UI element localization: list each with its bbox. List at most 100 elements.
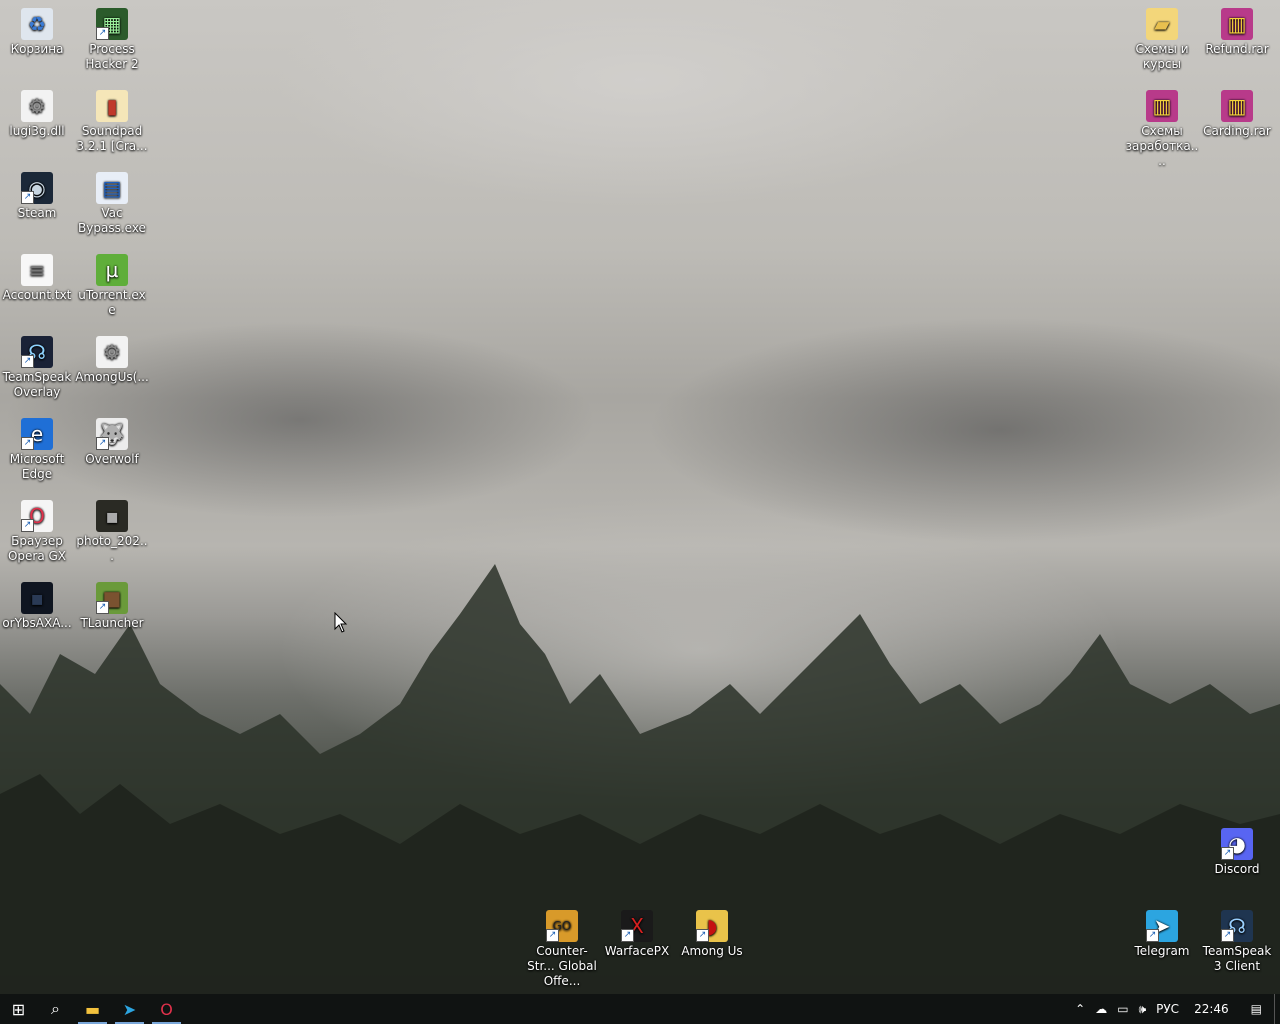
desktop-icon-label: Vac Bypass.exe [78,206,146,235]
desktop-icon-orybsaxa[interactable]: ▪ orYbsAXA... [0,582,74,631]
show-hidden-icons-chevron-icon[interactable]: ⌃ [1070,994,1090,1024]
utorrent-icon: µ [96,254,128,286]
amongus-file-icon: ⚙ [96,336,128,368]
desktop-icon-label: Telegram [1134,944,1190,958]
shortcut-arrow-icon: ↗ [21,191,34,204]
search-button[interactable]: ⌕ [37,994,74,1024]
taskbar-app-opera-gx[interactable]: O [148,994,185,1024]
desktop-icon-label: Steam [17,206,57,220]
volume-icon[interactable]: 🕪 [1134,994,1152,1024]
telegram-icon: ➤ [122,999,137,1019]
network-icon[interactable]: ▭ [1112,994,1133,1024]
among-us-icon: ◗ ↗ [696,910,728,942]
shortcut-arrow-icon: ↗ [696,929,709,942]
desktop-icon-refund-rar[interactable]: ▥ Refund.rar [1200,8,1274,57]
shortcut-arrow-icon: ↗ [96,601,109,614]
onedrive-cloud-icon[interactable]: ☁ [1090,994,1112,1024]
desktop-icon-telegram[interactable]: ➤ ↗ Telegram [1125,910,1199,959]
desktop-icon-label: Microsoft Edge [9,452,65,481]
schemes-earnings-icon: ▥ [1146,90,1178,122]
discord-icon: ◕ ↗ [1221,828,1253,860]
desktop-icon-teamspeak-overlay[interactable]: ☊ ↗ TeamSpeak Overlay [0,336,74,400]
shortcut-arrow-icon: ↗ [1221,929,1234,942]
telegram-icon: ➤ ↗ [1146,910,1178,942]
shortcut-arrow-icon: ↗ [96,27,109,40]
desktop-icon-utorrent[interactable]: µ uTorrent.exe [75,254,149,318]
teamspeak-overlay-icon: ☊ ↗ [21,336,53,368]
desktop-icon-discord[interactable]: ◕ ↗ Discord [1200,828,1274,877]
search-icon: ⌕ [51,999,60,1018]
schemes-courses-icon: ▰ [1146,8,1178,40]
desktop-icon-steam[interactable]: ◉ ↗ Steam [0,172,74,221]
desktop-icon-label: Overwolf [85,452,139,466]
desktop-icon-amongus-file[interactable]: ⚙ AmongUs(... [75,336,149,385]
shortcut-arrow-icon: ↗ [21,519,34,532]
desktop-icon-microsoft-edge[interactable]: e ↗ Microsoft Edge [0,418,74,482]
system-tray: ⌃ ☁ ▭ 🕪 РУС 22:46 ▤ [1070,994,1280,1024]
desktop-icon-label: uTorrent.exe [78,288,146,317]
desktop-icon-csgo[interactable]: GO ↗ Counter-Str... Global Offe... [525,910,599,989]
desktop-icon-label: orYbsAXA... [2,616,72,630]
desktop-icon-tlauncher[interactable]: ■ ↗ TLauncher [75,582,149,631]
desktop-icon-overwolf[interactable]: 🐺 ↗ Overwolf [75,418,149,467]
desktop-icon-vac-bypass[interactable]: ▤ Vac Bypass.exe [75,172,149,236]
shortcut-arrow-icon: ↗ [96,437,109,450]
carding-rar-icon: ▥ [1221,90,1253,122]
input-language[interactable]: РУС [1151,994,1184,1024]
desktop-wallpaper [0,0,1280,994]
taskbar-app-telegram[interactable]: ➤ [111,994,148,1024]
process-hacker-icon: ▦ ↗ [96,8,128,40]
desktop-icon-lugi3g-dll[interactable]: ⚙ lugi3g.dll [0,90,74,139]
desktop-icon-label: TeamSpeak 3 Client [1202,944,1272,973]
desktop-icon-label: AmongUs(... [75,370,149,384]
desktop-icon-photo[interactable]: ▪ photo_202... [75,500,149,564]
lugi3g-dll-icon: ⚙ [21,90,53,122]
desktop-icon-process-hacker[interactable]: ▦ ↗ Process Hacker 2 [75,8,149,72]
microsoft-edge-icon: e ↗ [21,418,53,450]
desktop-icon-carding-rar[interactable]: ▥ Carding.rar [1200,90,1274,139]
desktop-icon-label: Account.txt [2,288,72,302]
account-txt-icon: ≡ [21,254,53,286]
desktop-icon-label: Counter-Str... Global Offe... [527,944,597,988]
desktop-icon-among-us[interactable]: ◗ ↗ Among Us [675,910,749,959]
orybsaxa-icon: ▪ [21,582,53,614]
photo-icon: ▪ [96,500,128,532]
clock[interactable]: 22:46 [1184,994,1239,1024]
warfacepx-icon: X ↗ [621,910,653,942]
desktop-icon-schemes-earnings[interactable]: ▥ Схемы заработка.... [1125,90,1199,169]
desktop-icon-schemes-courses[interactable]: ▰ Схемы и курсы [1125,8,1199,72]
steam-icon: ◉ ↗ [21,172,53,204]
desktop-icon-teamspeak3[interactable]: ☊ ↗ TeamSpeak 3 Client [1200,910,1274,974]
file-explorer-icon: ▬ [84,999,101,1019]
opera-gx-icon: O ↗ [21,500,53,532]
shortcut-arrow-icon: ↗ [546,929,559,942]
mouse-cursor-icon [334,612,348,633]
desktop-icon-label: Process Hacker 2 [85,42,139,71]
desktop-icon-warfacepx[interactable]: X ↗ WarfacePX [600,910,674,959]
refund-rar-icon: ▥ [1221,8,1253,40]
soundpad-icon: ▮ [96,90,128,122]
recycle-bin-icon: ♻ [21,8,53,40]
desktop-icon-account-txt[interactable]: ≡ Account.txt [0,254,74,303]
start-button[interactable]: ⊞ [0,994,37,1024]
desktop-icon-label: Carding.rar [1203,124,1271,138]
desktop-icon-label: Refund.rar [1205,42,1269,56]
taskbar-app-file-explorer[interactable]: ▬ [74,994,111,1024]
shortcut-arrow-icon: ↗ [21,355,34,368]
desktop-icon-label: TLauncher [80,616,144,630]
desktop-icon-recycle-bin[interactable]: ♻ Корзина [0,8,74,57]
teamspeak3-icon: ☊ ↗ [1221,910,1253,942]
desktop-icon-label: Discord [1214,862,1260,876]
desktop-icon-opera-gx[interactable]: O ↗ Браузер Opera GX [0,500,74,564]
opera-gx-icon: O [160,999,173,1019]
desktop-icon-label: Схемы заработка.... [1125,124,1199,168]
vac-bypass-icon: ▤ [96,172,128,204]
show-desktop-button[interactable] [1274,994,1280,1024]
shortcut-arrow-icon: ↗ [1146,929,1159,942]
windows-logo-icon: ⊞ [11,999,26,1019]
desktop-icon-label: Корзина [10,42,64,56]
desktop-icon-label: Браузер Opera GX [7,534,67,563]
desktop-icon-soundpad[interactable]: ▮ Soundpad 3.2.1 [Cra... [75,90,149,154]
desktop-icon-label: photo_202... [76,534,148,563]
action-center-notifications-icon[interactable]: ▤ [1239,994,1274,1024]
